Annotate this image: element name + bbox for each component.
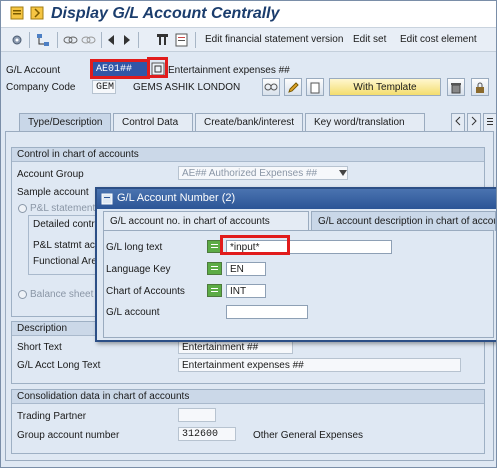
detailed-control-label: Detailed contr xyxy=(33,219,95,230)
page-title: Display G/L Account Centrally xyxy=(51,5,280,22)
lock-icon xyxy=(476,82,484,93)
balance-sheet-label: Balance sheet a xyxy=(30,289,102,300)
dialog-title: G/L Account Number (2) xyxy=(117,192,236,204)
dialog-tab1-label: G/L account no. in chart of accounts xyxy=(110,216,270,227)
previous-icon[interactable] xyxy=(106,33,116,47)
chart-of-accounts-input[interactable]: INT xyxy=(226,284,266,298)
trash-button[interactable] xyxy=(447,78,465,96)
link-icon[interactable] xyxy=(63,33,78,47)
dialog-title-bar: G/L Account Number (2) xyxy=(97,189,496,209)
balance-sheet-radio[interactable] xyxy=(18,290,27,299)
language-key-label: Language Key xyxy=(106,264,171,275)
dialog-icon xyxy=(101,193,113,205)
create-button[interactable] xyxy=(306,78,324,96)
glasses-button[interactable] xyxy=(262,78,280,96)
dialog-gl-account-label: G/L account xyxy=(106,307,160,318)
expand-icon[interactable] xyxy=(30,6,44,20)
consolidation-group-title: Consolidation data in chart of accounts xyxy=(12,390,484,404)
dialog-tab2-label: G/L account description in chart of acco… xyxy=(318,216,496,227)
control-group-title: Control in chart of accounts xyxy=(12,148,484,162)
dialog-long-text-label: G/L long text xyxy=(106,242,163,253)
copy-highlight xyxy=(147,57,168,78)
gl-account-number-dialog: G/L Account Number (2) G/L account no. i… xyxy=(95,187,496,342)
edit-cost-element-button[interactable]: Edit cost element xyxy=(400,34,477,45)
gl-account-description: Entertainment expenses ## xyxy=(168,65,290,76)
tab-type-description[interactable]: Type/Description xyxy=(19,113,111,131)
tab-scroll-left-button[interactable] xyxy=(451,113,465,131)
edit-set-button[interactable]: Edit set xyxy=(353,34,386,45)
list-icon xyxy=(487,118,493,125)
chart-of-accounts-label: Chart of Accounts xyxy=(106,286,185,297)
tab-scroll-right-button[interactable] xyxy=(467,113,481,131)
settings-icon[interactable] xyxy=(10,33,24,47)
hierarchy-icon[interactable] xyxy=(35,33,51,47)
hierarchy-tree-icon[interactable] xyxy=(156,33,169,47)
glasses-icon xyxy=(264,83,278,91)
tab-control-data[interactable]: Control Data xyxy=(113,113,193,131)
pencil-icon xyxy=(288,82,299,93)
dialog-tab-account-number[interactable]: G/L account no. in chart of accounts xyxy=(103,211,309,231)
edit-button[interactable] xyxy=(284,78,302,96)
tab-create-bank-interest[interactable]: Create/bank/interest xyxy=(195,113,303,131)
account-group-select[interactable]: AE## Authorized Expenses ## xyxy=(178,166,348,180)
long-text-label: G/L Acct Long Text xyxy=(17,360,101,371)
tab-strip: Type/Description Control Data Create/ban… xyxy=(1,113,496,133)
edit-fs-version-button[interactable]: Edit financial statement version xyxy=(205,34,343,45)
group-account-input[interactable]: 312600 xyxy=(178,427,236,441)
title-bar: Display G/L Account Centrally xyxy=(1,1,496,28)
with-template-label: With Template xyxy=(353,82,417,93)
trading-partner-label: Trading Partner xyxy=(17,411,87,422)
lock-button[interactable] xyxy=(471,78,489,96)
company-code-input[interactable]: GEM xyxy=(92,80,116,94)
language-key-selection-button[interactable] xyxy=(207,262,222,275)
tab-key-word-translation[interactable]: Key word/translation xyxy=(305,113,425,131)
chevron-left-icon xyxy=(455,116,461,126)
chart-of-accounts-selection-button[interactable] xyxy=(207,284,222,297)
company-code-label: Company Code xyxy=(6,82,76,93)
next-icon[interactable] xyxy=(122,33,132,47)
group-account-description: Other General Expenses xyxy=(253,430,364,441)
long-text-input[interactable]: Entertainment expenses ## xyxy=(178,358,461,372)
dialog-gl-account-input[interactable] xyxy=(226,305,308,319)
menu-icon[interactable] xyxy=(10,6,24,20)
print-icon[interactable] xyxy=(175,33,188,47)
with-template-button[interactable]: With Template xyxy=(329,78,441,96)
pl-statement-label: P&L statement xyxy=(30,203,96,214)
consolidation-group: Consolidation data in chart of accounts … xyxy=(11,389,485,454)
pl-statement-radio[interactable] xyxy=(18,204,27,213)
language-key-input[interactable]: EN xyxy=(226,262,266,276)
chevron-down-icon xyxy=(339,170,347,176)
pl-statmt-label: P&L statmt ac xyxy=(33,240,95,251)
gl-account-label: G/L Account xyxy=(6,65,61,76)
group-account-label: Group account number xyxy=(17,430,120,441)
tab-list-button[interactable] xyxy=(483,113,496,131)
dialog-tab-account-description[interactable]: G/L account description in chart of acco… xyxy=(311,211,496,231)
trash-icon xyxy=(451,83,461,94)
long-text-highlight xyxy=(220,235,290,255)
company-name: GEMS ASHIK LONDON xyxy=(133,82,241,93)
gl-account-highlight xyxy=(90,59,150,79)
functional-area-label: Functional Are xyxy=(33,256,97,267)
application-toolbar: Edit financial statement version Edit se… xyxy=(1,28,496,52)
unlink-icon[interactable] xyxy=(81,33,96,47)
short-text-label: Short Text xyxy=(17,342,62,353)
new-document-icon xyxy=(310,82,320,94)
sample-account-label: Sample account xyxy=(17,187,89,198)
trading-partner-input[interactable] xyxy=(178,408,216,422)
chevron-right-icon xyxy=(471,116,477,126)
dialog-tab-content: G/L long text *input* Language Key EN Ch… xyxy=(103,230,494,338)
sap-window: Display G/L Account Centrally Edit finan… xyxy=(0,0,497,468)
short-text-input[interactable]: Entertainment ## xyxy=(178,340,293,354)
account-group-label: Account Group xyxy=(17,169,84,180)
